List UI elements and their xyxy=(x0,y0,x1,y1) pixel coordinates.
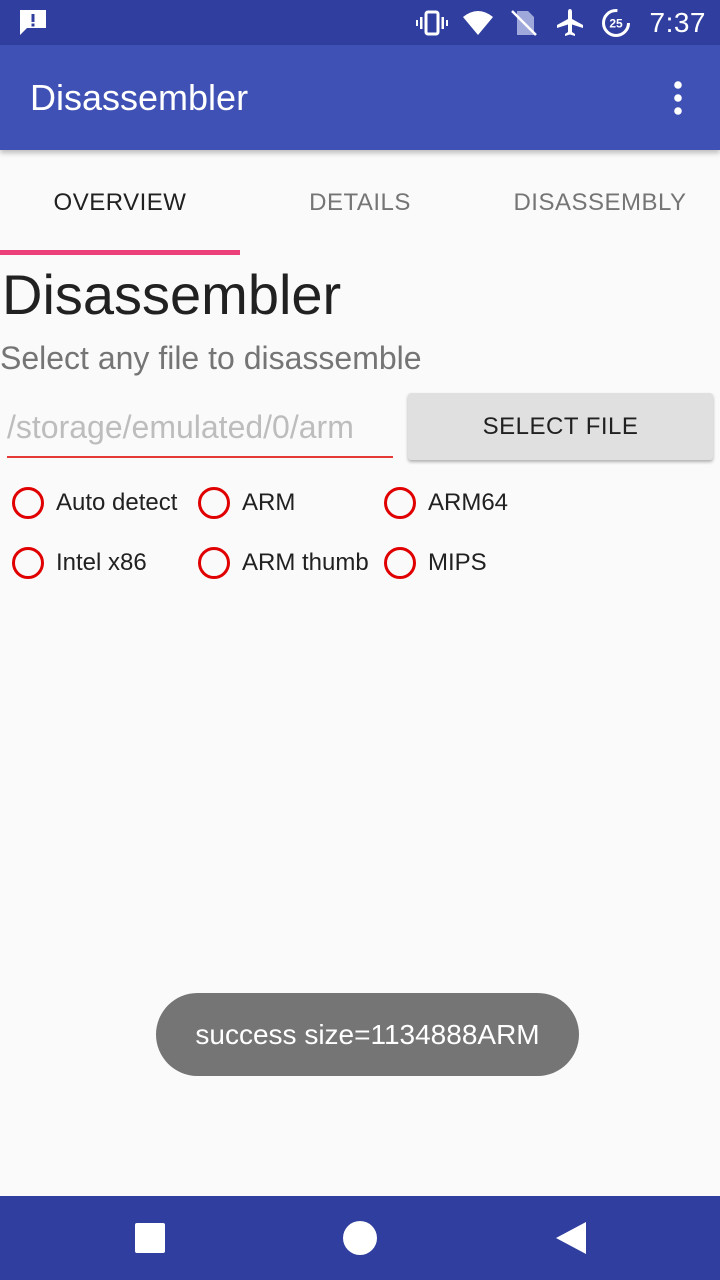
vibrate-icon xyxy=(415,10,448,35)
select-file-button[interactable]: SELECT FILE xyxy=(408,393,713,460)
radio-circle[interactable] xyxy=(12,547,44,579)
radio-arm64[interactable]: ARM64 xyxy=(384,478,508,528)
battery-saver-icon: 25 xyxy=(601,8,630,37)
file-path-field[interactable]: /storage/emulated/0/arm xyxy=(7,396,393,458)
tab-indicator xyxy=(0,250,240,255)
status-icons: 25 7:37 xyxy=(415,0,707,45)
tab-details[interactable]: DETAILS xyxy=(240,150,480,255)
recents-icon[interactable] xyxy=(130,1218,170,1258)
radio-intel-x86[interactable]: Intel x86 xyxy=(12,538,147,588)
tab-overview[interactable]: OVERVIEW xyxy=(0,150,240,255)
tab-bar: OVERVIEW DETAILS DISASSEMBLY xyxy=(0,150,720,255)
radio-label: Auto detect xyxy=(56,489,178,516)
radio-label: ARM xyxy=(242,489,296,516)
airplane-mode-icon xyxy=(556,8,583,36)
page-title: Disassembler xyxy=(2,263,342,326)
status-bar: 25 7:37 xyxy=(0,0,720,45)
alert-notification-icon xyxy=(20,10,46,35)
radio-label: MIPS xyxy=(428,549,487,576)
screen: 25 7:37 Disassembler OVERVIEW DETAILS DI… xyxy=(0,0,720,1280)
more-vert-icon[interactable] xyxy=(662,81,694,115)
radio-label: ARM64 xyxy=(428,489,509,516)
radio-circle[interactable] xyxy=(384,487,416,519)
page-subtitle: Select any file to disassemble xyxy=(0,340,422,376)
back-icon[interactable] xyxy=(552,1218,592,1258)
radio-auto-detect[interactable]: Auto detect xyxy=(12,478,177,528)
toast-message: success size=1134888ARM xyxy=(156,993,579,1076)
file-path-value: /storage/emulated/0/arm xyxy=(7,409,354,445)
app-title: Disassembler xyxy=(30,77,249,118)
radio-label: ARM thumb xyxy=(242,549,369,576)
wifi-icon xyxy=(462,10,493,35)
radio-circle[interactable] xyxy=(198,487,230,519)
status-clock: 7:37 xyxy=(649,6,706,38)
battery-level: 25 xyxy=(609,16,623,30)
radio-circle[interactable] xyxy=(12,487,44,519)
radio-circle[interactable] xyxy=(198,547,230,579)
navigation-bar xyxy=(0,1196,720,1280)
tab-disassembly[interactable]: DISASSEMBLY xyxy=(480,150,720,255)
home-icon[interactable] xyxy=(340,1218,380,1258)
no-sim-icon xyxy=(510,9,537,36)
radio-circle[interactable] xyxy=(384,547,416,579)
radio-label: Intel x86 xyxy=(56,549,147,576)
radio-arm-thumb[interactable]: ARM thumb xyxy=(198,538,369,588)
app-bar: Disassembler xyxy=(0,45,720,150)
radio-mips[interactable]: MIPS xyxy=(384,538,487,588)
radio-arm[interactable]: ARM xyxy=(198,478,295,528)
